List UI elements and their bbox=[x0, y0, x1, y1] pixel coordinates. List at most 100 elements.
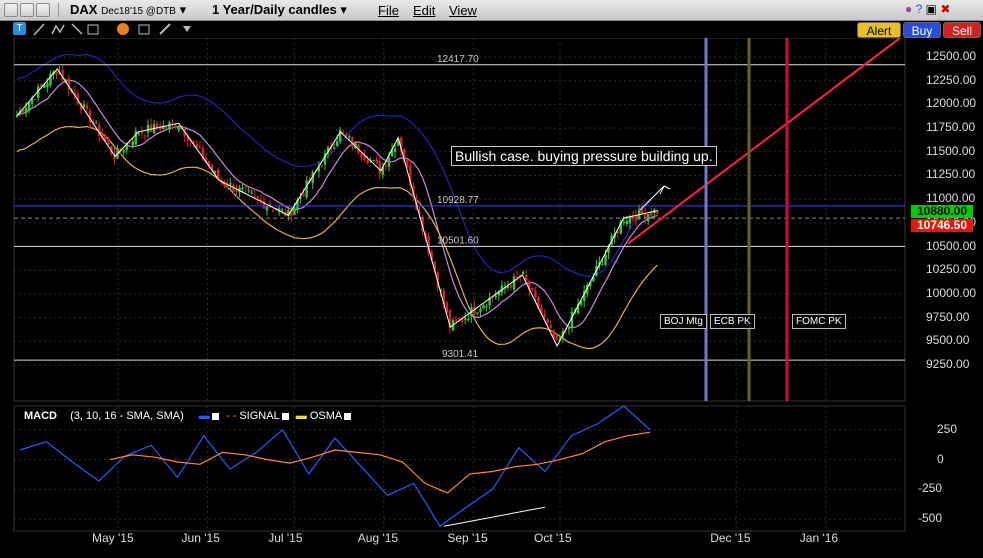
candle-body bbox=[567, 328, 571, 330]
candle-body bbox=[293, 207, 296, 216]
candle-body bbox=[223, 184, 226, 186]
zigzag-line bbox=[16, 68, 659, 348]
candle-body bbox=[345, 133, 348, 136]
candle-body bbox=[476, 312, 479, 314]
candle-body bbox=[271, 210, 275, 212]
date-tick-label: Aug '15 bbox=[357, 531, 399, 545]
date-tick-label: May '15 bbox=[92, 531, 134, 545]
price-tick-label: 12500.00 bbox=[926, 49, 977, 63]
date-tick-label: Sep '15 bbox=[447, 531, 488, 545]
crosshair-icon[interactable] bbox=[117, 23, 129, 35]
candle-body bbox=[351, 137, 354, 147]
macd-title: MACD bbox=[24, 410, 57, 422]
link-icon[interactable]: ● bbox=[905, 2, 912, 16]
text-tool-icon[interactable]: T bbox=[13, 22, 26, 35]
macd-panel bbox=[14, 405, 905, 528]
candle-body bbox=[482, 305, 485, 309]
grid-tool-icon[interactable] bbox=[87, 24, 99, 35]
help-icon[interactable]: ? bbox=[916, 2, 923, 16]
maximize-window-icon[interactable] bbox=[36, 3, 50, 17]
last-price-tag: 10880.00 bbox=[911, 205, 973, 218]
candle-body bbox=[174, 125, 177, 129]
candle-body bbox=[131, 141, 134, 146]
candlesticks bbox=[15, 64, 659, 344]
close-icon[interactable]: ✖ bbox=[940, 2, 950, 16]
period-label: 1 Year/Daily candles bbox=[212, 2, 337, 17]
candle-body bbox=[534, 291, 537, 298]
candle-body bbox=[515, 276, 519, 278]
candle-body bbox=[332, 147, 336, 149]
candle-body bbox=[33, 98, 37, 100]
candle-body bbox=[543, 313, 546, 318]
candle-body bbox=[143, 134, 147, 136]
minimize-window-icon[interactable] bbox=[20, 3, 34, 17]
candle-body bbox=[467, 318, 470, 321]
price-tick-label: 10250.00 bbox=[926, 262, 977, 277]
candle-body bbox=[247, 190, 250, 192]
candle-body bbox=[647, 213, 650, 222]
macd-params: (3, 10, 16 - SMA, SMA) bbox=[70, 410, 184, 422]
candle-body bbox=[302, 193, 305, 196]
period-selector[interactable]: 1 Year/Daily candles ▾ bbox=[212, 2, 347, 18]
settings-tool-icon[interactable] bbox=[159, 23, 171, 35]
candle-body bbox=[479, 308, 482, 312]
chart-annotations: 12417.70 10928.77 10501.60 9301.41 bbox=[14, 37, 905, 401]
price-tick-label: 9500.00 bbox=[926, 333, 970, 348]
osma-label: OSMA bbox=[309, 410, 343, 422]
alert-button[interactable]: Alert bbox=[857, 22, 901, 38]
candle-body bbox=[509, 285, 513, 288]
bid-price-tag: 10746.50 bbox=[911, 219, 973, 232]
close-window-icon[interactable] bbox=[4, 3, 18, 17]
price-tick-label: 11750.00 bbox=[926, 120, 976, 135]
candle-body bbox=[241, 187, 244, 190]
bullish-trendline bbox=[627, 37, 901, 245]
middle-band bbox=[16, 79, 658, 329]
date-tick-label: Oct '15 bbox=[534, 531, 572, 545]
chevron-down-icon[interactable] bbox=[183, 26, 191, 32]
price-tick-label: 12000.00 bbox=[926, 96, 977, 111]
macd-tick-label: -250 bbox=[918, 481, 943, 496]
price-chart[interactable]: 12417.70 10928.77 10501.60 9301.41 bbox=[0, 37, 983, 553]
candle-body bbox=[177, 126, 180, 131]
candle-body bbox=[525, 274, 528, 281]
trendline-tool-icon[interactable] bbox=[33, 23, 45, 36]
menu-file[interactable]: File bbox=[378, 3, 399, 18]
candle-body bbox=[375, 159, 378, 163]
sell-button[interactable]: Sell bbox=[943, 22, 981, 38]
zoom-tool-icon[interactable] bbox=[138, 24, 150, 35]
buy-button[interactable]: Buy bbox=[903, 22, 941, 38]
date-tick-label: Jun '15 bbox=[181, 531, 220, 545]
candle-body bbox=[457, 317, 461, 320]
osma-checkbox[interactable] bbox=[344, 412, 352, 420]
macd-tick-label: -500 bbox=[918, 511, 943, 526]
candle-body bbox=[625, 220, 629, 224]
candle-body bbox=[85, 105, 89, 109]
macd-tick-label: 0 bbox=[937, 451, 944, 466]
candle-body bbox=[46, 82, 49, 88]
candle-body bbox=[640, 209, 644, 214]
candle-body bbox=[122, 150, 125, 153]
menu-edit[interactable]: Edit bbox=[413, 3, 435, 18]
title-bar: DAX Dec18'15 @DTB ▾ 1 Year/Daily candles… bbox=[0, 0, 983, 21]
menu-view[interactable]: View bbox=[449, 3, 477, 18]
date-tick-label: Jan '16 bbox=[799, 531, 839, 545]
candle-body bbox=[94, 122, 98, 124]
candle-body bbox=[656, 212, 659, 214]
fibonacci-tool-icon[interactable] bbox=[51, 24, 65, 35]
symbol-selector[interactable]: DAX Dec18'15 @DTB ▾ bbox=[70, 2, 186, 18]
candle-body bbox=[366, 159, 369, 164]
event-fomc: FOMC PK bbox=[792, 314, 846, 329]
cursor-tool-icon[interactable] bbox=[71, 23, 83, 35]
macd-checkbox[interactable] bbox=[211, 412, 219, 420]
level-label: 9301.41 bbox=[442, 349, 479, 360]
candle-body bbox=[512, 276, 516, 290]
signal-checkbox[interactable] bbox=[281, 412, 289, 420]
macd-divergence-line bbox=[443, 506, 546, 527]
chevron-down-icon: ▾ bbox=[340, 2, 347, 17]
lock-icon[interactable]: ▣ bbox=[926, 2, 937, 16]
price-frame bbox=[13, 37, 906, 402]
symbol-label: DAX bbox=[70, 2, 98, 17]
candle-body bbox=[24, 108, 28, 114]
chart-pane[interactable]: 12417.70 10928.77 10501.60 9301.41 bbox=[0, 37, 983, 553]
level-label: 10501.60 bbox=[437, 235, 479, 246]
